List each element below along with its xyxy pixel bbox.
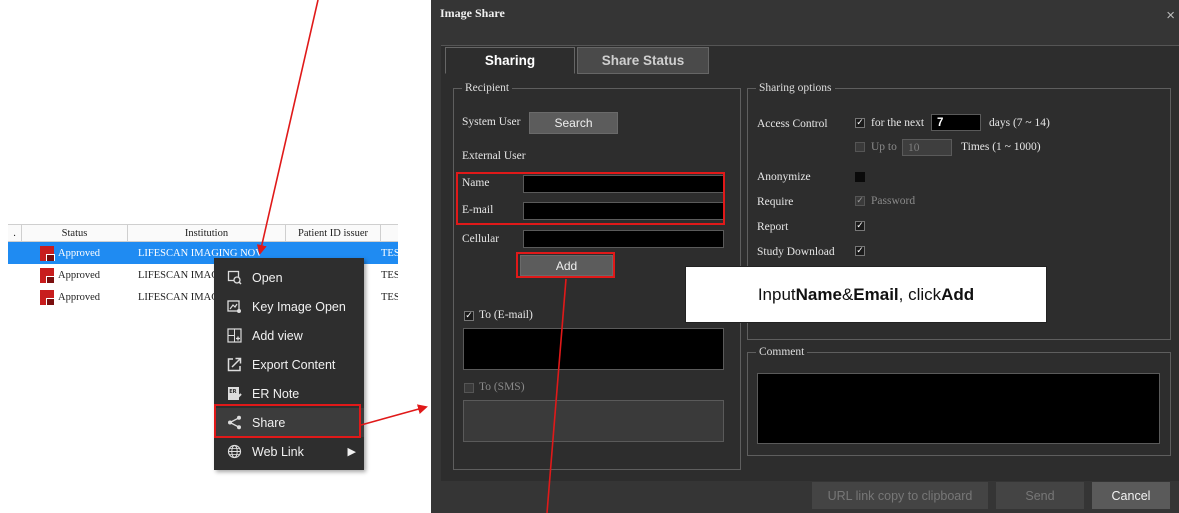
menu-item-open[interactable]: Open [214,263,364,292]
column-header-institution[interactable]: Institution [128,225,286,241]
to-email-label: To (E-mail) [479,309,533,321]
days-input[interactable]: 7 [931,114,981,131]
study-document-icon [40,245,55,261]
er-note-icon: ER [226,386,242,402]
comment-legend: Comment [759,346,805,358]
callout-prefix: Input [757,284,796,304]
callout-middle: & [841,284,854,304]
study-document-icon [40,267,55,283]
access-control-label: Access Control [757,118,828,130]
password-label: Password [871,195,916,207]
dialog-tabs: Sharing Share Status [445,47,709,74]
study-download-checkbox[interactable]: ✓ [855,246,865,256]
row-extra: TES [381,269,398,281]
column-header-extra[interactable] [381,225,398,241]
callout-email-word: Email [853,284,899,304]
add-view-icon [226,328,242,344]
row-status: Approved [58,247,100,259]
system-user-label: System User [462,116,521,128]
row-extra: TES [381,291,398,303]
cellular-input[interactable] [523,230,724,248]
report-checkbox[interactable]: ✓ [855,221,865,231]
days-range-label: days (7 ~ 14) [989,117,1050,129]
key-image-icon [226,299,242,315]
menu-item-key-image-open[interactable]: Key Image Open [214,292,364,321]
web-link-icon [226,444,242,460]
to-sms-checkbox[interactable] [464,383,474,393]
menu-item-web-link[interactable]: Web Link ▶ [214,437,364,466]
sharing-options-legend: Sharing options [759,82,832,94]
for-next-label: for the next [871,117,925,129]
context-menu: Open Key Image Open Add view Export Cont… [214,258,364,470]
worklist-header: . Status Institution Patient ID issuer [8,224,398,242]
callout-add-word: Add [941,284,975,304]
for-next-checkbox[interactable]: ✓ [855,118,865,128]
close-icon[interactable]: × [1166,7,1175,24]
export-icon [226,357,242,373]
url-link-copy-button[interactable]: URL link copy to clipboard [812,482,988,509]
menu-item-add-view[interactable]: Add view [214,321,364,350]
highlight-name-email [456,172,725,225]
password-checkbox[interactable]: ✓ [855,196,865,206]
callout-comma: , click [898,284,942,304]
report-label: Report [757,221,789,233]
dialog-title: Image Share [440,6,505,20]
callout-name-word: Name [795,284,842,304]
cancel-button[interactable]: Cancel [1092,482,1170,509]
to-email-checkbox[interactable]: ✓ [464,311,474,321]
to-sms-list[interactable] [463,400,724,442]
to-sms-label: To (SMS) [479,381,525,393]
anonymize-label: Anonymize [757,171,811,183]
column-header-patient-id-issuer[interactable]: Patient ID issuer [286,225,381,241]
menu-item-label: ER Note [252,386,300,401]
to-email-list[interactable] [463,328,724,370]
recipient-legend: Recipient [465,82,510,94]
menu-item-label: Add view [252,328,303,343]
comment-textarea[interactable] [757,373,1160,444]
chevron-right-icon: ▶ [347,446,356,458]
arrow-to-selected-row [256,0,319,255]
instruction-callout: Input Name & Email, click Add [685,266,1047,323]
external-user-label: External User [462,150,526,162]
menu-item-label: Key Image Open [252,299,346,314]
menu-item-export-content[interactable]: Export Content [214,350,364,379]
anonymize-checkbox[interactable] [855,172,865,182]
svg-text:ER: ER [229,389,236,395]
row-status: Approved [58,269,100,281]
arrow-to-dialog [360,404,428,426]
search-button[interactable]: Search [529,112,618,134]
cellular-label: Cellular [462,233,500,245]
require-label: Require [757,196,794,208]
study-download-label: Study Download [757,246,835,258]
menu-item-label: Export Content [252,357,336,372]
study-document-icon [40,289,55,305]
send-button[interactable]: Send [996,482,1084,509]
up-to-label: Up to [871,141,897,153]
row-institution: LIFESCAN IMAGING NOV [138,247,263,259]
column-header-status[interactable]: Status [22,225,128,241]
times-range-label: Times (1 ~ 1000) [961,141,1041,153]
row-extra: TES [381,247,398,259]
highlight-add-button [516,252,615,278]
highlight-share-item [214,404,361,438]
row-status: Approved [58,291,100,303]
menu-item-label: Web Link [252,444,304,459]
tab-share-status[interactable]: Share Status [577,47,709,74]
up-to-checkbox[interactable] [855,142,865,152]
tab-sharing[interactable]: Sharing [445,47,575,74]
menu-item-label: Open [252,270,283,285]
column-header-fragment[interactable]: . [8,225,22,241]
open-icon [226,270,242,286]
times-input[interactable]: 10 [902,139,952,156]
